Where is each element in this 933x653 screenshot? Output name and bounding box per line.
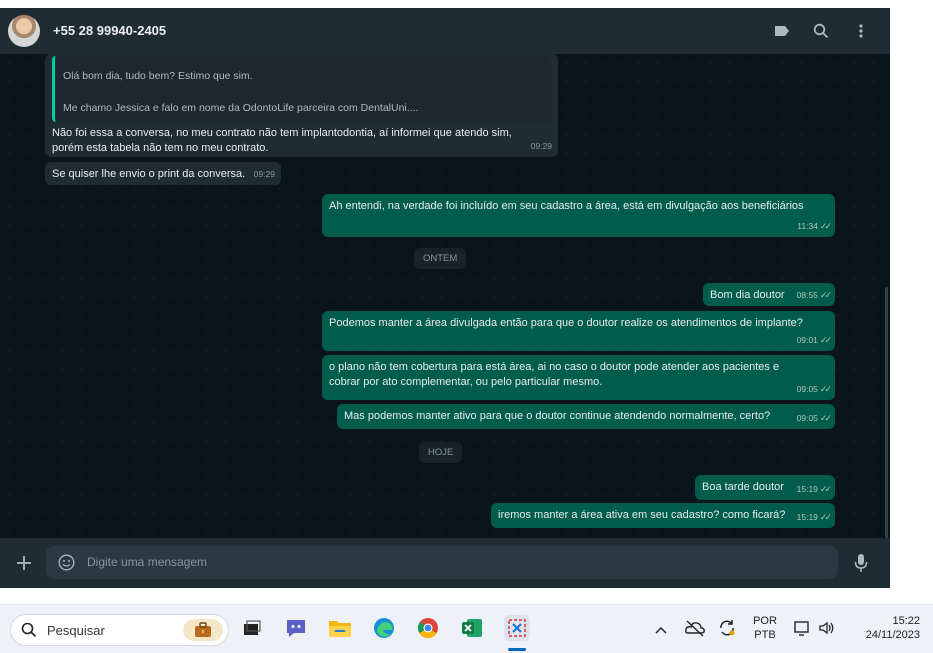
briefcase-icon[interactable] bbox=[183, 619, 223, 641]
date-separator: HOJE bbox=[419, 442, 463, 463]
message-text: o plano não tem cobertura para está área… bbox=[329, 361, 780, 388]
search-icon[interactable] bbox=[810, 20, 832, 42]
message-text: Se quiser lhe envio o print da conversa. bbox=[52, 168, 246, 180]
whatsapp-window: +55 28 99940-2405 Olá bom dia, tudo bem?… bbox=[0, 8, 890, 588]
chevron-up-icon[interactable] bbox=[654, 622, 668, 634]
clock[interactable]: 15:22 24/11/2023 bbox=[848, 614, 920, 642]
edge-icon[interactable] bbox=[371, 615, 397, 641]
windows-taskbar: Pesquisar POR PTB 15:22 24/11/2023 bbox=[0, 604, 933, 653]
mic-icon[interactable] bbox=[852, 552, 870, 574]
message-outgoing[interactable]: Podemos manter a área divulgada então pa… bbox=[322, 311, 835, 351]
keyboard-layout: PTB bbox=[754, 629, 776, 641]
read-ticks-icon: ✓✓ bbox=[819, 335, 832, 345]
message-time: 09:29 bbox=[530, 141, 552, 151]
read-ticks-icon: ✓✓ bbox=[819, 484, 832, 494]
message-outgoing[interactable]: o plano não tem cobertura para está área… bbox=[322, 355, 835, 400]
message-text: Mas podemos manter ativo para que o dout… bbox=[344, 410, 771, 422]
read-ticks-icon: ✓✓ bbox=[819, 384, 832, 394]
message-input-placeholder: Digite uma mensagem bbox=[87, 555, 208, 569]
read-ticks-icon: ✓✓ bbox=[819, 512, 832, 522]
onedrive-icon[interactable] bbox=[684, 619, 706, 637]
avatar[interactable] bbox=[8, 15, 40, 47]
message-time: 08:55 ✓✓ bbox=[797, 288, 832, 303]
message-outgoing[interactable]: Boa tarde doutor 15:19 ✓✓ bbox=[695, 475, 835, 500]
task-view-icon[interactable] bbox=[239, 615, 265, 641]
windows-search-icon bbox=[21, 622, 37, 638]
message-text: Ah entendi, na verdade foi incluído em s… bbox=[329, 200, 804, 212]
teams-icon[interactable] bbox=[283, 615, 309, 641]
message-time: 15:19 ✓✓ bbox=[797, 482, 832, 497]
message-text: Bom dia doutor bbox=[710, 289, 785, 301]
message-time: 09:05 ✓✓ bbox=[797, 382, 832, 397]
message-outgoing[interactable]: Bom dia doutor 08:55 ✓✓ bbox=[703, 283, 835, 306]
clock-date: 24/11/2023 bbox=[865, 629, 920, 641]
message-text: Podemos manter a área divulgada então pa… bbox=[329, 317, 803, 329]
chat-header: +55 28 99940-2405 bbox=[0, 8, 890, 54]
scrollbar[interactable] bbox=[885, 287, 888, 581]
message-outgoing[interactable]: iremos manter a área ativa em seu cadast… bbox=[491, 503, 835, 528]
message-outgoing[interactable]: Ah entendi, na verdade foi incluído em s… bbox=[322, 194, 835, 237]
menu-icon[interactable] bbox=[850, 20, 872, 42]
read-ticks-icon: ✓✓ bbox=[819, 413, 832, 423]
message-text: Boa tarde doutor bbox=[702, 481, 784, 493]
date-separator: ONTEM bbox=[414, 248, 467, 269]
message-text: Não foi essa a conversa, no meu contrato… bbox=[52, 127, 512, 154]
quoted-message[interactable]: Olá bom dia, tudo bem? Estimo que sim. M… bbox=[52, 56, 551, 122]
message-text: iremos manter a área ativa em seu cadast… bbox=[498, 509, 786, 521]
message-time: 09:05 ✓✓ bbox=[797, 411, 832, 426]
volume-icon[interactable] bbox=[818, 619, 836, 637]
display-icon[interactable] bbox=[793, 619, 811, 637]
contact-name[interactable]: +55 28 99940-2405 bbox=[53, 23, 166, 38]
active-indicator bbox=[508, 648, 526, 651]
file-explorer-icon[interactable] bbox=[327, 615, 353, 641]
label-icon[interactable] bbox=[771, 20, 793, 42]
snipping-tool-icon[interactable] bbox=[504, 615, 530, 641]
language-code: POR bbox=[753, 615, 777, 627]
composer-bar: Digite uma mensagem bbox=[0, 538, 890, 588]
message-time: 09:29 bbox=[253, 169, 275, 179]
message-list[interactable]: Olá bom dia, tudo bem? Estimo que sim. M… bbox=[0, 54, 890, 581]
message-incoming[interactable]: Se quiser lhe envio o print da conversa.… bbox=[45, 162, 281, 185]
taskbar-search[interactable]: Pesquisar bbox=[10, 614, 229, 646]
message-time: 15:19 ✓✓ bbox=[797, 510, 832, 525]
quote-line: Olá bom dia, tudo bem? Estimo que sim. bbox=[63, 70, 253, 82]
chrome-icon[interactable] bbox=[415, 615, 441, 641]
sync-icon[interactable] bbox=[717, 618, 737, 638]
excel-icon[interactable] bbox=[459, 615, 485, 641]
message-outgoing[interactable]: Mas podemos manter ativo para que o dout… bbox=[337, 404, 835, 429]
message-time: 09:01 ✓✓ bbox=[797, 333, 832, 348]
desktop-edge bbox=[890, 0, 933, 600]
message-input[interactable]: Digite uma mensagem bbox=[46, 546, 838, 579]
emoji-icon[interactable] bbox=[58, 554, 75, 571]
search-label: Pesquisar bbox=[47, 623, 105, 638]
read-ticks-icon: ✓✓ bbox=[819, 290, 832, 300]
message-time: 11:34 ✓✓ bbox=[797, 219, 832, 234]
quote-line: Me chamo Jessica e falo em nome da Odont… bbox=[63, 102, 419, 114]
plus-icon[interactable] bbox=[14, 553, 34, 573]
clock-time: 15:22 bbox=[892, 615, 920, 627]
message-incoming[interactable]: Olá bom dia, tudo bem? Estimo que sim. M… bbox=[45, 54, 558, 157]
language-indicator[interactable]: POR PTB bbox=[750, 614, 780, 642]
read-ticks-icon: ✓✓ bbox=[819, 221, 832, 231]
